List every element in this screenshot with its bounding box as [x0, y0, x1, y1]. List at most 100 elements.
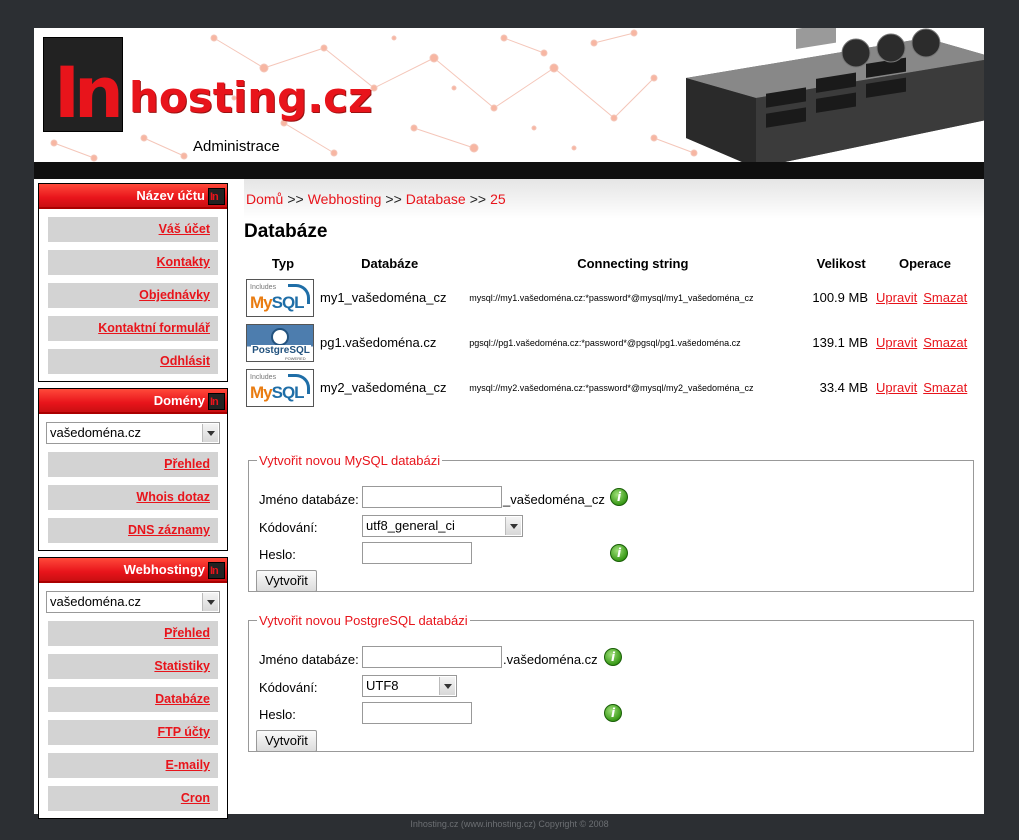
db-type-cell: Includes MySQL [246, 365, 320, 410]
breadcrumb-separator: >> [385, 191, 402, 207]
table-row: Includes MySQL my1_vašedoména_cz mysql:/… [246, 275, 974, 320]
breadcrumb-database[interactable]: Database [406, 191, 466, 207]
column-header-connecting-string: Connecting string [577, 255, 689, 271]
mini-logo-icon [208, 393, 225, 410]
db-name: pg1.vašedoména.cz [320, 335, 437, 350]
db-size: 100.9 MB [812, 290, 869, 305]
logo-text: hosting.cz [129, 73, 373, 122]
mysql-encoding-select[interactable]: utf8_general_ci [362, 515, 523, 537]
domains-box-title: Domény [39, 389, 227, 414]
chevron-down-icon[interactable] [202, 424, 218, 442]
mysql-form-legend: Vytvořit novou MySQL databázi [259, 453, 441, 468]
pgsql-form-legend: Vytvořit novou PostgreSQL databázi [259, 613, 468, 628]
db-size: 139.1 MB [812, 335, 869, 350]
db-type-cell: PostgreSQL POWERED [246, 320, 320, 365]
postgresql-logo-name: PostgreSQL [251, 344, 311, 356]
mysql-encoding-value: utf8_general_ci [366, 518, 455, 533]
pgsql-name-input[interactable] [362, 646, 502, 668]
mysql-logo-icon: Includes MySQL [246, 278, 314, 317]
info-icon[interactable]: i [610, 544, 628, 562]
db-name: my1_vašedoména_cz [320, 290, 447, 305]
delete-link[interactable]: Smazat [923, 335, 967, 350]
mysql-password-label: Heslo: [259, 547, 296, 562]
domains-box: Domény vašedoména.cz Přehled Whois dotaz… [38, 388, 228, 551]
pgsql-name-label: Jméno databáze: [259, 652, 359, 667]
db-name: my2_vašedoména_cz [320, 380, 447, 395]
breadcrumb-home[interactable]: Domů [246, 191, 283, 207]
elephant-icon [271, 327, 289, 346]
sidebar-item-vas-ucet[interactable]: Váš účet [48, 217, 218, 242]
sidebar-item-whois[interactable]: Whois dotaz [48, 485, 218, 510]
db-connecting-string: pgsql://pg1.vašedoména.cz:*password*@pgs… [469, 337, 741, 348]
breadcrumb-separator: >> [469, 191, 487, 207]
table-row: PostgreSQL POWERED pg1.vašedoména.cz pgs… [246, 320, 974, 365]
chevron-down-icon[interactable] [505, 517, 521, 535]
webhosting-select[interactable]: vašedoména.cz [46, 591, 220, 613]
sidebar-item-cron[interactable]: Cron [48, 786, 218, 811]
header-bar [34, 162, 984, 179]
delete-link[interactable]: Smazat [923, 380, 967, 395]
page-container: In hosting.cz Administrace Název účtu In… [34, 28, 984, 819]
mysql-logo-icon: Includes MySQL [246, 368, 314, 407]
edit-link[interactable]: Upravit [876, 290, 917, 305]
sidebar-item-webhosting-prehled[interactable]: Přehled [48, 621, 218, 646]
edit-link[interactable]: Upravit [876, 380, 917, 395]
breadcrumb-id[interactable]: 25 [490, 191, 506, 207]
db-connecting-string: mysql://my2.vašedoména.cz:*password*@mys… [469, 382, 754, 393]
mysql-logo-name-a: My [250, 292, 273, 312]
sidebar-item-kontakty[interactable]: Kontakty [48, 250, 218, 275]
db-operations: Upravit Smazat [876, 365, 974, 410]
sidebar-item-kontaktni-formular[interactable]: Kontaktní formulář [48, 316, 218, 341]
sidebar-item-dns[interactable]: DNS záznamy [48, 518, 218, 543]
info-icon[interactable]: i [610, 488, 628, 506]
breadcrumb-webhosting[interactable]: Webhosting [308, 191, 382, 207]
column-header-databaze: Databáze [361, 255, 419, 271]
column-header-operace: Operace [898, 255, 952, 271]
mysql-encoding-label: Kódování: [259, 520, 318, 535]
chevron-down-icon[interactable] [439, 677, 455, 695]
footer-copyright: Inhosting.cz (www.inhosting.cz) Copyrigh… [410, 819, 609, 829]
sidebar-item-ftp[interactable]: FTP účty [48, 720, 218, 745]
sidebar: Název účtu Váš účet Kontakty Objednávky … [38, 183, 228, 825]
sidebar-item-statistiky[interactable]: Statistiky [48, 654, 218, 679]
breadcrumb: Domů >> Webhosting >> Database >> 25 [246, 191, 506, 207]
account-box-title-text: Název účtu [136, 188, 205, 203]
mysql-name-label: Jméno databáze: [259, 492, 359, 507]
pgsql-name-suffix: .vašedoména.cz [503, 652, 598, 667]
webhosting-select-value: vašedoména.cz [50, 594, 142, 609]
header-subtitle: Administrace [193, 138, 280, 155]
webhosting-box-title: Webhostingy [39, 558, 227, 583]
header: In hosting.cz Administrace [34, 28, 984, 162]
mini-logo-icon [208, 562, 225, 579]
domains-box-title-text: Domény [153, 393, 205, 408]
column-header-velikost: Velikost [816, 255, 866, 271]
pgsql-create-button[interactable]: Vytvořit [256, 730, 317, 752]
edit-link[interactable]: Upravit [876, 335, 917, 350]
domain-select-value: vašedoména.cz [50, 425, 142, 440]
mysql-name-input[interactable] [362, 486, 502, 508]
info-icon[interactable]: i [604, 704, 622, 722]
webhosting-box: Webhostingy vašedoména.cz Přehled Statis… [38, 557, 228, 819]
pgsql-encoding-select[interactable]: UTF8 [362, 675, 457, 697]
postgresql-logo-icon: PostgreSQL POWERED [246, 323, 314, 362]
dolphin-icon [288, 283, 310, 304]
mysql-create-form: Vytvořit novou MySQL databázi Jméno data… [248, 453, 974, 592]
mysql-create-button[interactable]: Vytvořit [256, 570, 317, 592]
sidebar-item-domain-prehled[interactable]: Přehled [48, 452, 218, 477]
mysql-password-input[interactable] [362, 542, 472, 564]
dolphin-icon [288, 373, 310, 394]
account-box: Název účtu Váš účet Kontakty Objednávky … [38, 183, 228, 382]
sidebar-item-odhlasit[interactable]: Odhlásit [48, 349, 218, 374]
delete-link[interactable]: Smazat [923, 290, 967, 305]
info-icon[interactable]: i [604, 648, 622, 666]
pgsql-password-input[interactable] [362, 702, 472, 724]
table-header-row: Typ Databáze Connecting string Velikost … [246, 251, 974, 275]
db-operations: Upravit Smazat [876, 320, 974, 365]
sidebar-item-objednavky[interactable]: Objednávky [48, 283, 218, 308]
domain-select[interactable]: vašedoména.cz [46, 422, 220, 444]
sidebar-item-emaily[interactable]: E-maily [48, 753, 218, 778]
chevron-down-icon[interactable] [202, 593, 218, 611]
pgsql-password-label: Heslo: [259, 707, 296, 722]
sidebar-item-databaze[interactable]: Databáze [48, 687, 218, 712]
pgsql-encoding-value: UTF8 [366, 678, 399, 693]
